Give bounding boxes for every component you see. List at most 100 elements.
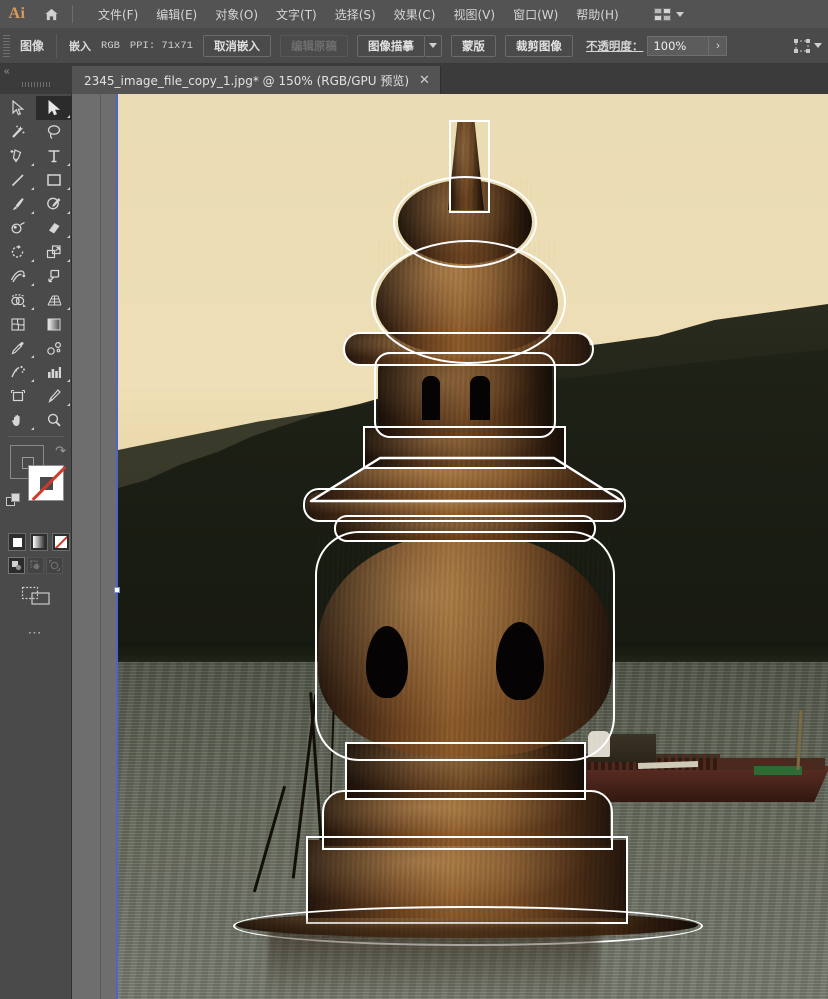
lasso-tool[interactable] bbox=[36, 120, 72, 144]
tools-panel: ↷ ⋯ bbox=[0, 94, 72, 999]
menu-edit[interactable]: 编辑(E) bbox=[147, 2, 206, 27]
menu-window[interactable]: 窗口(W) bbox=[504, 2, 567, 27]
image-trace-split-button[interactable]: 图像描摹 bbox=[356, 34, 442, 57]
menu-bar: Ai 文件(F) 编辑(E) 对象(O) 文字(T) 选择(S) 效果(C) 视… bbox=[0, 0, 828, 28]
perspective-grid-tool[interactable] bbox=[36, 288, 72, 312]
paintbrush-tool[interactable] bbox=[0, 192, 36, 216]
mesh-tool[interactable] bbox=[0, 312, 36, 336]
free-transform-tool[interactable] bbox=[36, 264, 72, 288]
tool-flyout-indicator bbox=[31, 283, 34, 286]
color-mode-button[interactable] bbox=[8, 533, 26, 551]
opacity-input[interactable]: 100% bbox=[647, 35, 710, 56]
gradient-tool[interactable] bbox=[36, 312, 72, 336]
selection-edge-left bbox=[116, 94, 118, 999]
crop-image-button[interactable]: 裁剪图像 bbox=[504, 34, 573, 57]
tools-divider bbox=[8, 436, 64, 437]
menu-file[interactable]: 文件(F) bbox=[89, 2, 147, 27]
chevron-down-icon bbox=[814, 43, 822, 48]
path-main-bowl[interactable] bbox=[315, 531, 615, 761]
opacity-control: 不透明度： 100% › bbox=[585, 35, 728, 56]
edit-original-button: 编辑原稿 bbox=[279, 34, 348, 57]
change-screen-mode-button[interactable] bbox=[0, 574, 71, 606]
edit-toolbar-button[interactable]: ⋯ bbox=[0, 606, 71, 641]
menu-effect[interactable]: 效果(C) bbox=[385, 2, 445, 27]
menu-help[interactable]: 帮助(H) bbox=[567, 2, 627, 27]
slice-tool[interactable] bbox=[36, 384, 72, 408]
ppi-label: PPI: 71x71 bbox=[129, 39, 193, 52]
image-trace-chevron-down-icon[interactable] bbox=[424, 34, 442, 57]
menu-object[interactable]: 对象(O) bbox=[206, 2, 267, 27]
shaper-pencil-tool[interactable] bbox=[36, 192, 72, 216]
collapse-panel-icon[interactable]: « bbox=[4, 66, 9, 77]
column-graph-tool[interactable] bbox=[36, 360, 72, 384]
tool-flyout-indicator bbox=[31, 355, 34, 358]
rotate-tool[interactable] bbox=[0, 240, 36, 264]
width-tool[interactable] bbox=[0, 264, 36, 288]
menu-type[interactable]: 文字(T) bbox=[267, 2, 326, 27]
fill-stroke-controls: ↷ bbox=[0, 441, 72, 529]
tool-flyout-indicator bbox=[31, 427, 34, 430]
blob-brush-tool[interactable] bbox=[0, 216, 36, 240]
menu-view[interactable]: 视图(V) bbox=[444, 2, 504, 27]
none-icon bbox=[55, 536, 67, 548]
draw-mode-buttons bbox=[0, 551, 71, 574]
default-fill-stroke-icon[interactable] bbox=[6, 493, 22, 514]
control-bar-divider bbox=[56, 33, 58, 58]
document-tab-title: 2345_image_file_copy_1.jpg* @ 150% (RGB/… bbox=[84, 73, 410, 88]
artboard[interactable] bbox=[118, 94, 828, 999]
color-mode-label: RGB bbox=[101, 39, 120, 52]
tool-flyout-indicator bbox=[67, 235, 70, 238]
shape-builder-tool[interactable] bbox=[0, 288, 36, 312]
artboard-tool[interactable] bbox=[0, 384, 36, 408]
pagoda-photo bbox=[118, 94, 828, 999]
transform-panel-icon bbox=[794, 38, 810, 53]
line-segment-tool[interactable] bbox=[0, 168, 36, 192]
transform-panel-button[interactable] bbox=[794, 38, 822, 53]
tool-flyout-indicator bbox=[67, 211, 70, 214]
tool-flyout-indicator bbox=[67, 259, 70, 262]
control-bar-right-group bbox=[794, 38, 828, 53]
swap-fill-stroke-icon[interactable]: ↷ bbox=[55, 443, 66, 459]
type-tool[interactable] bbox=[36, 144, 72, 168]
draw-normal-button[interactable] bbox=[8, 557, 25, 574]
none-slash-icon bbox=[31, 466, 67, 501]
zoom-tool[interactable] bbox=[36, 408, 72, 432]
selection-tool[interactable] bbox=[0, 96, 36, 120]
scale-tool[interactable] bbox=[36, 240, 72, 264]
opacity-stepper[interactable]: › bbox=[709, 35, 728, 56]
blend-tool[interactable] bbox=[36, 336, 72, 360]
mask-button[interactable]: 蒙版 bbox=[450, 34, 496, 57]
symbol-sprayer-tool[interactable] bbox=[0, 360, 36, 384]
draw-behind-button[interactable] bbox=[27, 557, 44, 574]
hand-tool[interactable] bbox=[0, 408, 36, 432]
gradient-icon bbox=[33, 536, 45, 548]
pen-tool[interactable] bbox=[0, 144, 36, 168]
tool-flyout-indicator bbox=[31, 163, 34, 166]
direct-selection-tool[interactable] bbox=[36, 96, 72, 120]
tool-flyout-indicator bbox=[31, 307, 34, 310]
rectangle-tool[interactable] bbox=[36, 168, 72, 192]
image-trace-button[interactable]: 图像描摹 bbox=[356, 34, 425, 57]
draw-inside-button[interactable] bbox=[46, 557, 63, 574]
tool-flyout-indicator bbox=[67, 187, 70, 190]
unembed-button[interactable]: 取消嵌入 bbox=[202, 34, 271, 57]
magic-wand-tool[interactable] bbox=[0, 120, 36, 144]
document-tab[interactable]: 2345_image_file_copy_1.jpg* @ 150% (RGB/… bbox=[72, 66, 441, 94]
photo-boat-green-marking bbox=[754, 766, 802, 775]
control-bar-grip[interactable] bbox=[3, 34, 10, 57]
canvas-area[interactable] bbox=[72, 94, 828, 999]
home-icon[interactable] bbox=[34, 0, 68, 28]
arrange-documents-button[interactable] bbox=[653, 7, 684, 21]
none-mode-button[interactable] bbox=[52, 533, 70, 551]
menu-select[interactable]: 选择(S) bbox=[326, 2, 385, 27]
opacity-label: 不透明度： bbox=[585, 38, 644, 53]
close-icon[interactable]: ✕ bbox=[419, 74, 430, 87]
anchor-point[interactable] bbox=[114, 587, 120, 593]
eraser-tool[interactable] bbox=[36, 216, 72, 240]
eyedropper-tool[interactable] bbox=[0, 336, 36, 360]
menu-item-list: 文件(F) 编辑(E) 对象(O) 文字(T) 选择(S) 效果(C) 视图(V… bbox=[89, 2, 628, 27]
chevron-down-icon bbox=[428, 43, 437, 48]
gradient-mode-button[interactable] bbox=[30, 533, 48, 551]
stroke-swatch[interactable] bbox=[28, 465, 67, 501]
toolbar-grip[interactable] bbox=[22, 82, 50, 87]
